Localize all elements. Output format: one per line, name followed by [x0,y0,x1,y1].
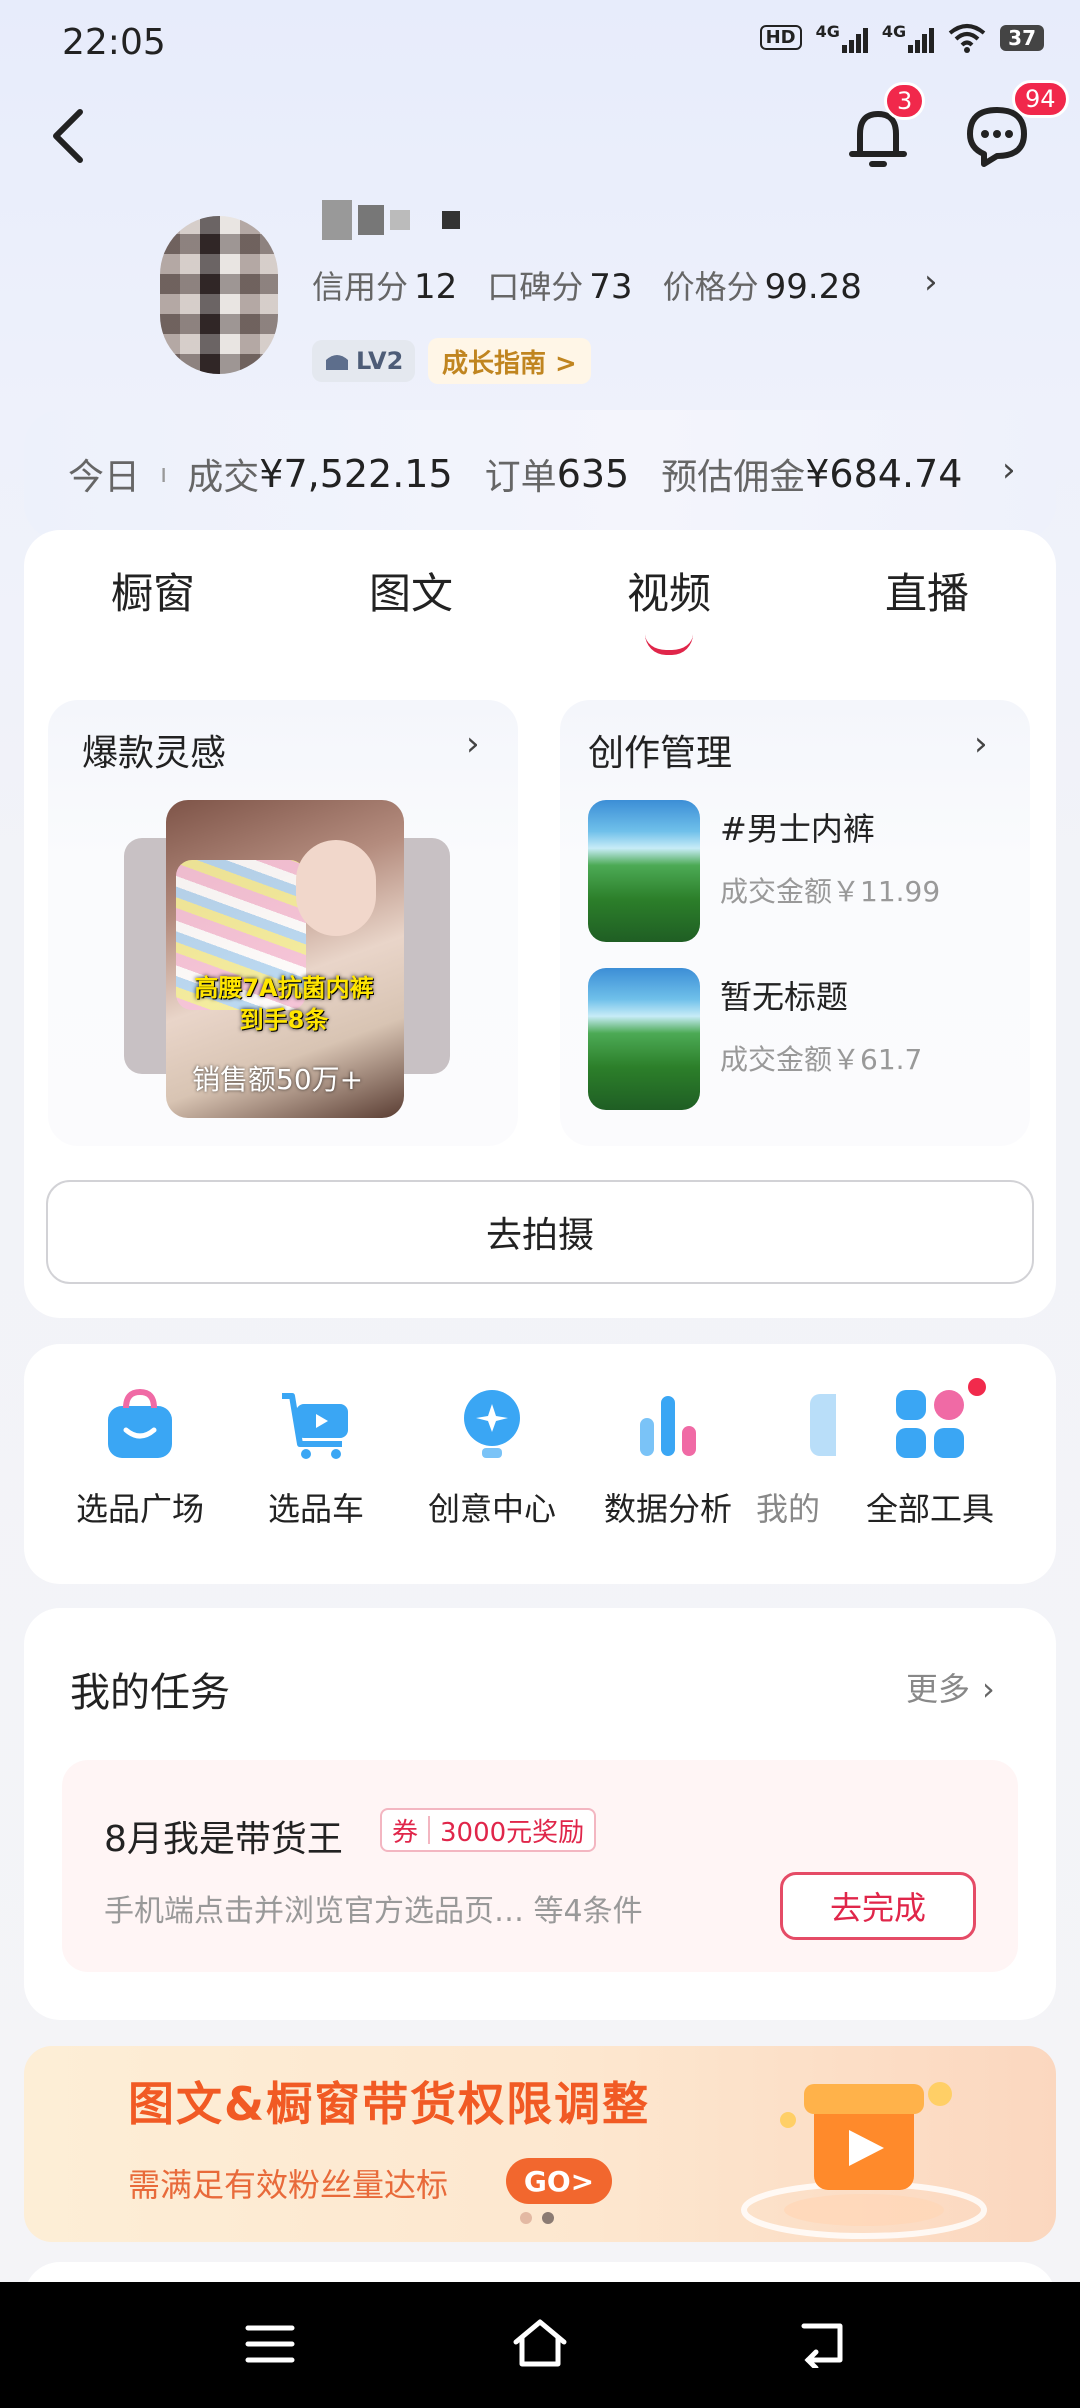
score-row[interactable]: 信用分 12 口碑分 73 价格分 99.28 [312,262,862,308]
credit-score: 信用分 12 [312,267,458,307]
creation-thumbnail[interactable] [588,968,700,1110]
inspiration-video-thumbnail[interactable]: 高腰7A抗菌内裤 到手8条 销售额50万+ [166,800,404,1118]
level-badge: LV2 [312,340,416,382]
tab-live[interactable]: 直播 [865,560,989,621]
deal-value: ¥7,522.15 [259,452,453,496]
signal-icon-2: 4G [882,22,935,53]
chevron-right-icon: › [982,1670,995,1708]
status-time: 22:05 [62,22,166,63]
bulb-icon [464,1390,520,1458]
back-nav-icon[interactable] [796,2318,848,2368]
tool-all-tools[interactable]: 全部工具 [850,1378,1010,1530]
notifications-button[interactable]: 3 [842,82,926,176]
creation-item-sales: 成交金额￥11.99 [720,875,941,908]
task-item[interactable] [62,1760,1018,1972]
menu-icon[interactable] [244,2322,296,2366]
chevron-right-icon[interactable]: › [466,724,480,764]
task-complete-button[interactable]: 去完成 [780,1872,976,1940]
task-reward-tag: 券 3000元奖励 [380,1808,597,1852]
inspiration-title: 爆款灵感 [82,733,227,774]
creation-item-sales: 成交金额￥61.7 [720,1043,923,1076]
banner-title: 图文&橱窗带货权限调整 [128,2077,651,2131]
tool-product-cart[interactable]: 选品车 [236,1384,396,1530]
creation-title: 创作管理 [588,733,733,774]
orders-value: 635 [556,452,630,496]
messages-badge: 94 [1012,80,1069,118]
tasks-title: 我的任务 [70,1670,230,1716]
tool-data-analysis[interactable]: 数据分析 [588,1384,748,1530]
tab-showcase[interactable]: 橱窗 [91,560,215,621]
task-description: 手机端点击并浏览官方选品页… 等4条件 [104,1894,643,1929]
today-stats-row: 今日 ı 成交 ¥7,522.15 订单 635 预估佣金 ¥684.74 [68,452,963,498]
price-score: 价格分 99.28 [662,267,862,307]
chevron-right-icon[interactable]: › [924,262,938,302]
doc-icon [810,1394,836,1456]
level-shield-icon [326,355,348,370]
home-icon[interactable] [510,2316,570,2370]
sales-label: 销售额50万+ [192,1063,364,1096]
tab-image-text[interactable]: 图文 [349,560,473,621]
banner-subtitle: 需满足有效粉丝量达标 [128,2166,449,2204]
growth-guide-link[interactable]: 成长指南 > [428,338,591,384]
video-caption: 高腰7A抗菌内裤 到手8条 [194,974,374,1034]
go-shoot-button[interactable]: 去拍摄 [46,1180,1034,1284]
commission-value: ¥684.74 [805,452,963,496]
signal-icon: 4G [816,22,868,53]
bag-icon [108,1388,172,1458]
task-name: 8月我是带货王 [104,1819,343,1860]
chevron-right-icon[interactable]: › [1002,450,1016,490]
new-dot [968,1378,986,1396]
avatar[interactable] [160,216,278,374]
tab-video[interactable]: 视频 [607,560,731,621]
hd-voice-icon: HD [759,25,802,50]
cart-icon [282,1393,348,1459]
back-button[interactable] [40,96,96,176]
tool-my[interactable]: 我的 [756,1384,836,1530]
creation-thumbnail[interactable] [588,800,700,942]
notifications-badge: 3 [884,82,926,120]
grid-icon [896,1390,964,1458]
reputation-score: 口碑分 73 [487,267,633,307]
bar-chart-icon [640,1396,696,1456]
wifi-icon [948,23,986,53]
content-tabs: 橱窗 图文 视频 直播 [24,560,1056,621]
chevron-left-icon [53,109,83,163]
messages-button[interactable]: 94 [960,80,1069,176]
tasks-more-link[interactable]: 更多 › [906,1664,995,1710]
tool-product-square[interactable]: 选品广场 [60,1384,220,1530]
battery-icon: 37 [1000,24,1044,51]
chevron-right-icon[interactable]: › [974,724,988,764]
creation-item-title[interactable]: #男士内裤 [720,804,875,850]
username-blurred [322,200,460,240]
banner-go-button[interactable]: GO> [506,2158,612,2204]
tool-creative-center[interactable]: 创意中心 [412,1384,572,1530]
play-box-icon [741,2082,987,2239]
status-icons: HD 4G 4G 37 [759,22,1044,53]
creation-item-title[interactable]: 暂无标题 [720,972,848,1018]
banner-pagination [520,2212,554,2224]
system-nav-bar [0,2282,1080,2408]
